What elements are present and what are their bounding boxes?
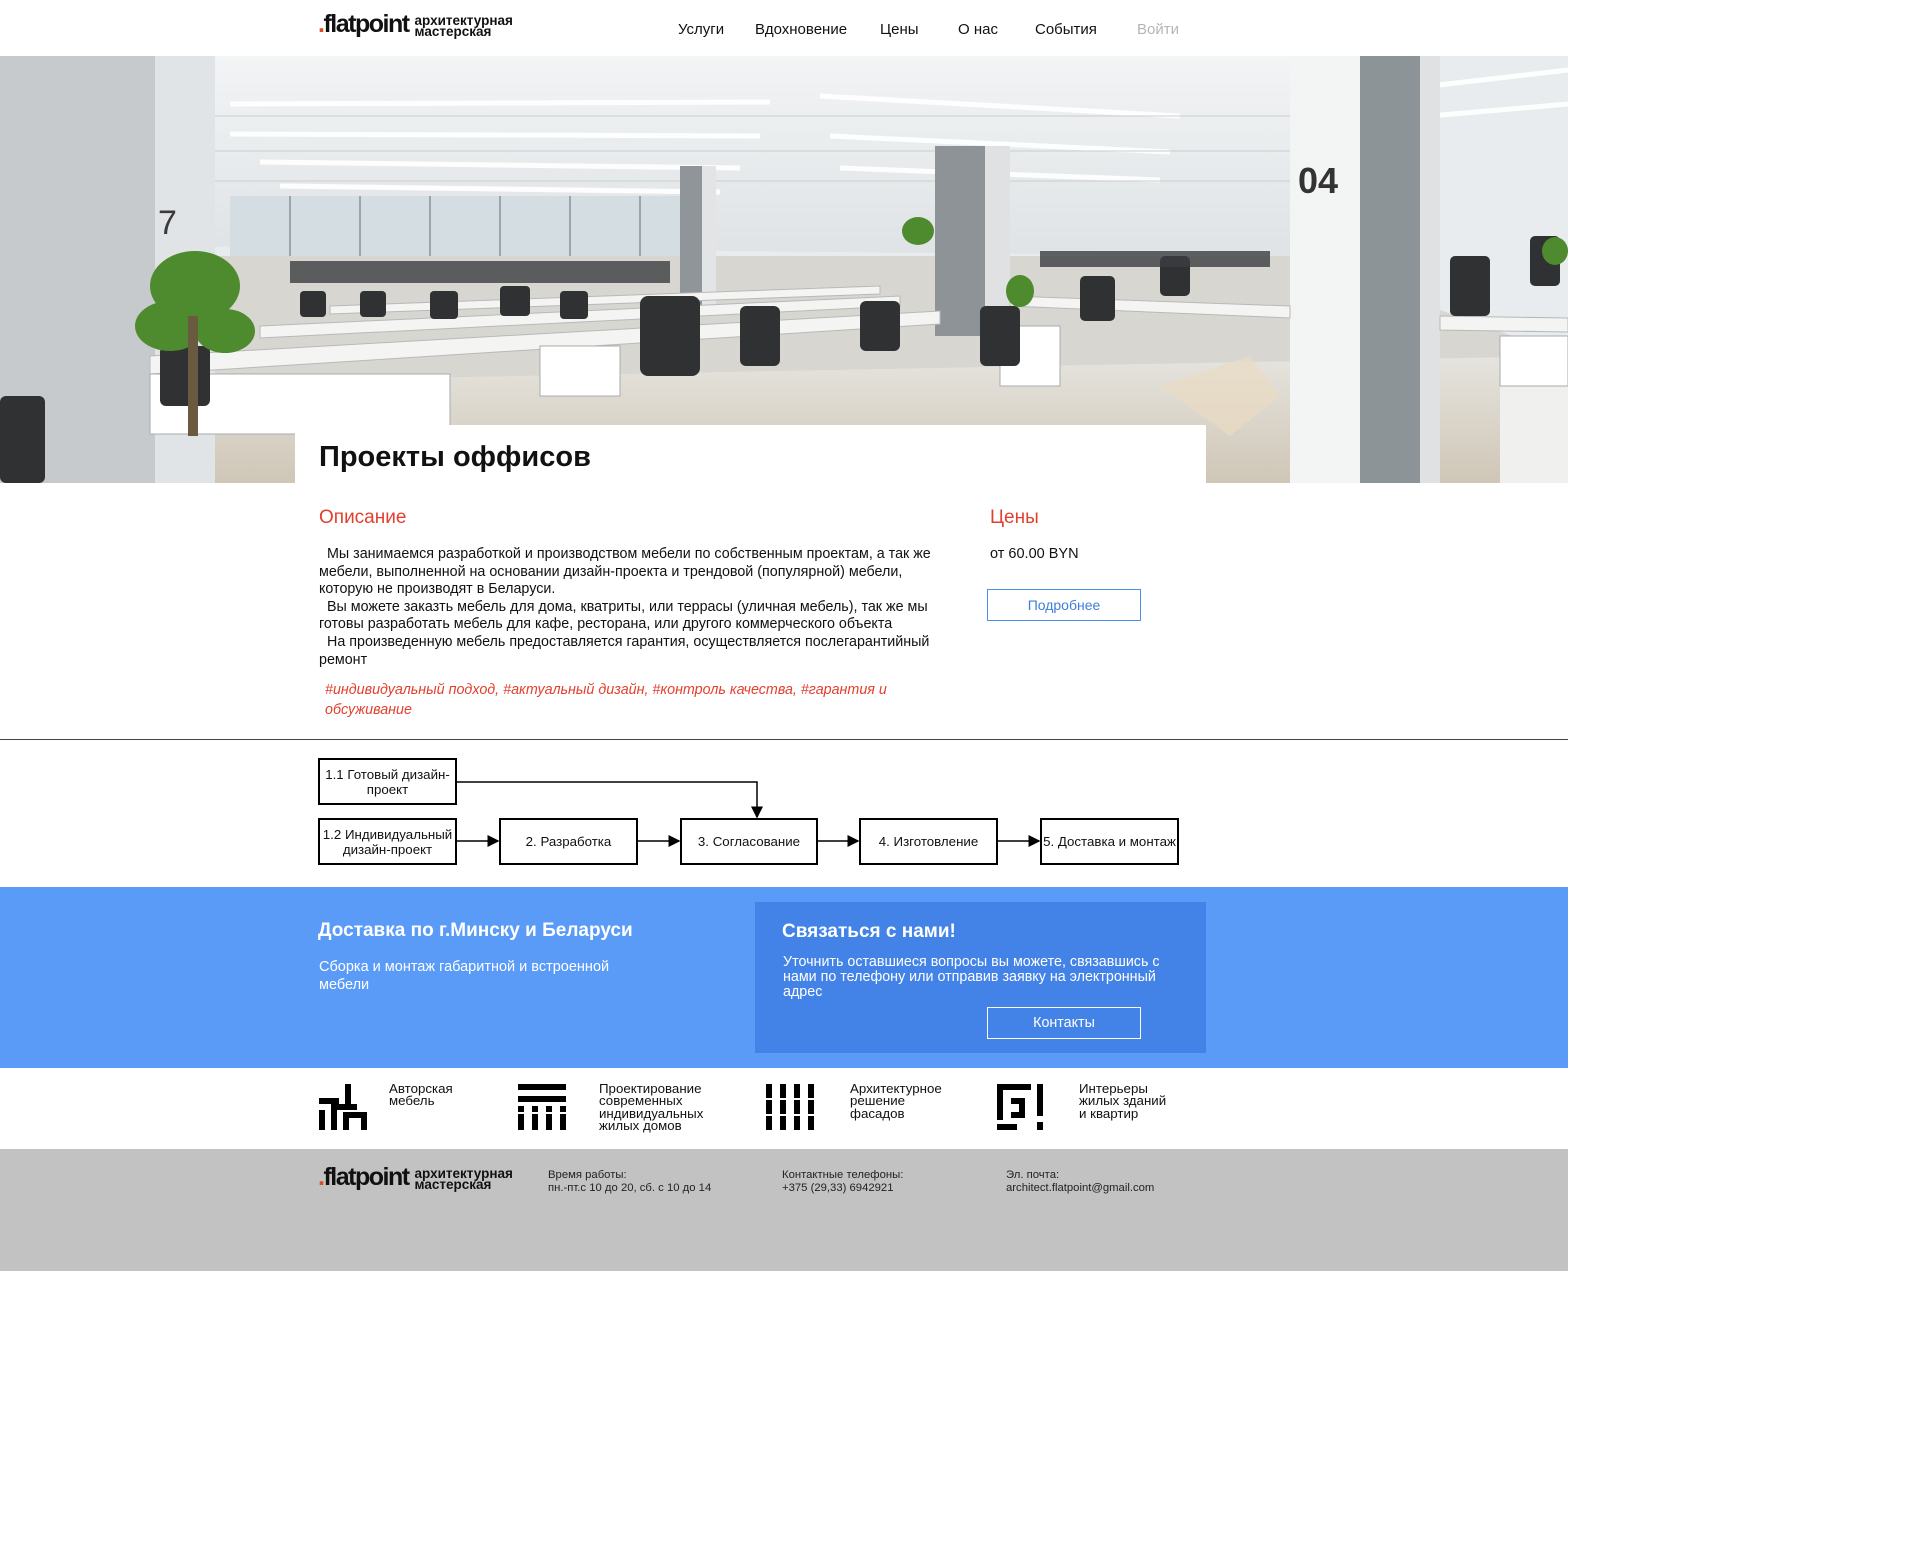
delivery-title: Доставка по г.Минску и Беларуси <box>318 920 633 941</box>
step-label-3: 3. Согласование <box>697 834 801 849</box>
nav-inspiration[interactable]: Вдохновение <box>755 21 847 38</box>
contact-text: Уточнить оставшиеся вопросы вы можете, с… <box>783 954 1160 1000</box>
description-heading: Описание <box>319 507 407 528</box>
facades-icon <box>766 1084 814 1130</box>
step-label-2: 2. Разработка <box>525 834 612 849</box>
feature-label: Проектирование современных индивидуальных ж… <box>599 1081 704 1133</box>
phone-link[interactable]: +375 (29,33) 6942921 <box>782 1182 894 1194</box>
footer-logo[interactable]: .flatpoint архитектурная мастерская <box>318 1163 513 1192</box>
process-flow: 1.1 Готовый дизайн-проект 1.2 Индивидуал… <box>0 740 1568 888</box>
site-header: .flatpoint архитектурная мастерская Услуг… <box>0 0 1568 56</box>
step-label-4: 4. Изготовление <box>878 834 979 849</box>
feature-label: Архитектурное решение фасадов <box>850 1081 942 1121</box>
description-paragraph: На произведенную мебель предоставляется … <box>319 633 930 668</box>
flow-arrow <box>456 781 763 819</box>
logo-mark: .flatpoint <box>318 1163 410 1191</box>
hero-image: 7 04 <box>0 56 1568 483</box>
price-value: от 60.00 BYN <box>990 546 1079 562</box>
nav-events[interactable]: События <box>1035 21 1097 38</box>
step-label-5: 5. Доставка и монтаж <box>1043 834 1176 849</box>
login-link[interactable]: Войти <box>1137 21 1179 38</box>
logo-text: архитектурная мастерская <box>414 1166 513 1192</box>
delivery-contact-band: Доставка по г.Минску и Беларуси Сборка и… <box>0 887 1568 1068</box>
step-label-1-2: 1.2 Индивидуальный дизайн-проект <box>322 826 453 857</box>
nav-prices[interactable]: Цены <box>880 21 919 38</box>
page-title: Проекты оффисов <box>319 441 591 473</box>
feature-label: Авторская мебель <box>389 1081 453 1109</box>
main-nav: Услуги Вдохновение Цены О нас События Во… <box>0 21 1568 41</box>
author-furniture-icon <box>319 1084 367 1130</box>
description-paragraph: Мы занимаемся разработкой и производство… <box>319 546 931 598</box>
working-hours: Время работы: пн.-пт.с 10 до 20, сб. с 10… <box>548 1169 712 1195</box>
nav-about[interactable]: О нас <box>958 21 998 38</box>
private-houses-icon <box>518 1084 566 1130</box>
feature-label: Интерьеры жилых зданий и квартир <box>1079 1081 1167 1121</box>
page-title-card: Проекты оффисов <box>295 425 1206 483</box>
delivery-text: Сборка и монтаж габаритной и встроенной … <box>319 959 610 993</box>
description-paragraph: Вы можете заказть мебель для дома, кватр… <box>319 598 928 633</box>
interiors-icon <box>997 1084 1043 1130</box>
office-illustration: 7 04 <box>0 56 1568 483</box>
nav-services[interactable]: Услуги <box>678 21 724 38</box>
contact-email: Эл. почта: architect.flatpoint@gmail.com <box>1006 1169 1155 1195</box>
more-button[interactable]: Подробнее <box>987 589 1141 621</box>
contact-phones: Контактные телефоны: +375 (29,33) 6942921 <box>782 1169 904 1195</box>
step-label-1-1: 1.1 Готовый дизайн-проект <box>325 766 450 797</box>
hashtags: #индивидуальный подход, #актуальный диза… <box>325 682 887 718</box>
description-text: Мы занимаемся разработкой и производство… <box>319 546 959 669</box>
email-link[interactable]: architect.flatpoint@gmail.com <box>1006 1182 1154 1194</box>
features-row: Авторская мебель Проектирование современны… <box>0 1068 1568 1149</box>
prices-heading: Цены <box>990 507 1039 528</box>
site-footer: .flatpoint архитектурная мастерская Время… <box>0 1149 1568 1271</box>
contact-box: Связаться с нами! Уточнить оставшиеся во… <box>755 902 1206 1053</box>
process-flow-diagram <box>318 758 1179 865</box>
contact-title: Связаться с нами! <box>782 921 956 942</box>
column-number-right: 04 <box>1298 160 1338 201</box>
column-number-left: 7 <box>158 204 177 242</box>
contacts-button[interactable]: Контакты <box>987 1007 1141 1039</box>
